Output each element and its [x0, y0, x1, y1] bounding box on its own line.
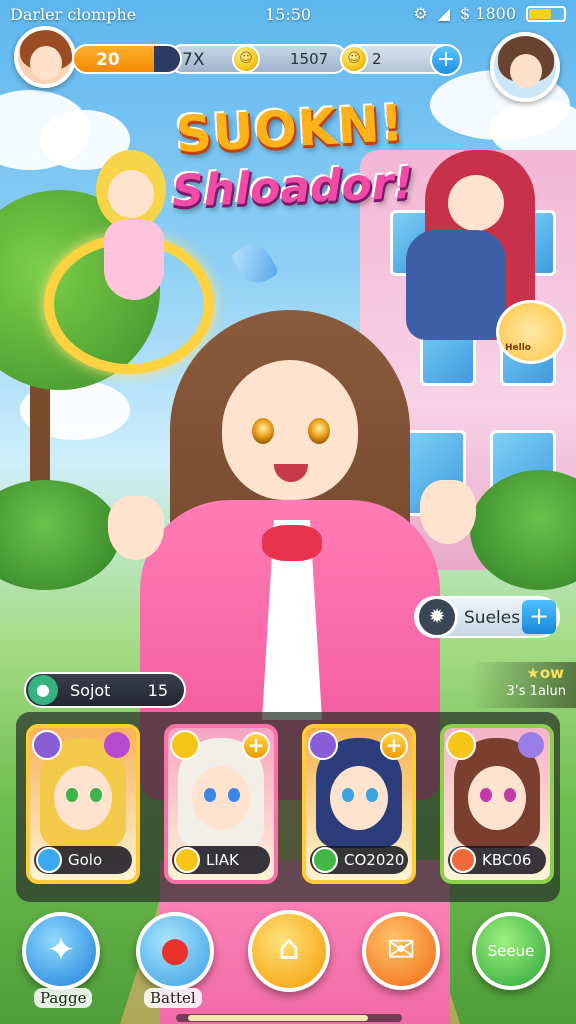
skills-label: Sueles: [464, 608, 521, 628]
rating-panel: ★ow 3’s 1alun: [470, 662, 576, 708]
battle-button[interactable]: ●: [136, 912, 214, 990]
level-bar: 20: [72, 44, 182, 74]
mail-icon: ✉: [386, 930, 416, 970]
main-girl-hand-left: [108, 496, 164, 560]
scroll-indicator[interactable]: [176, 1014, 402, 1022]
flower-icon: [518, 732, 544, 758]
status-left-text: Darler clomphe: [10, 5, 137, 24]
gem-coin-icon: ☺: [340, 45, 368, 73]
main-girl-mouth: [274, 464, 308, 482]
redhair-girl-face: [448, 175, 504, 231]
rating-top: ★ow: [526, 664, 564, 682]
character-card[interactable]: + LIAK: [164, 724, 278, 884]
home-icon: ⌂: [278, 928, 300, 968]
card-character-eye: [366, 788, 378, 802]
card-class-icon: [170, 730, 200, 760]
card-name-plate: Golo: [34, 846, 132, 874]
card-name: CO2020: [344, 851, 405, 869]
card-class-icon: [32, 730, 62, 760]
gold-value: 1507: [290, 50, 329, 68]
apple-icon: ●: [160, 930, 190, 970]
mini-character-badge[interactable]: Hello: [496, 300, 566, 364]
character-card[interactable]: KBC06: [440, 724, 554, 884]
spot-icon: ●: [28, 675, 58, 705]
go-label: Seeue: [487, 942, 535, 960]
card-character-eye: [228, 788, 240, 802]
flower-icon: [104, 732, 130, 758]
card-name-plate: CO2020: [310, 846, 408, 874]
main-girl-bow: [262, 525, 322, 561]
friend-avatar[interactable]: [490, 32, 560, 102]
gems-value: 2: [372, 50, 382, 68]
character-card-list: Golo + LIAK + CO2020 KBC06: [16, 712, 560, 902]
card-character-eye: [90, 788, 102, 802]
go-button[interactable]: Seeue: [472, 912, 550, 990]
level-bar-end: [154, 46, 180, 72]
battel-label: Battel: [144, 988, 202, 1008]
card-upgrade-button[interactable]: +: [380, 732, 408, 760]
player-avatar[interactable]: [14, 26, 76, 88]
card-character-eye: [504, 788, 516, 802]
card-character-eye: [204, 788, 216, 802]
spot-label: Sojot: [70, 681, 111, 700]
card-character-eye: [342, 788, 354, 802]
card-name-plate: LIAK: [172, 846, 270, 874]
redhair-girl-dress: [406, 230, 506, 340]
blonde-girl-dress: [104, 220, 164, 300]
card-name: KBC06: [482, 851, 532, 869]
card-character-eye: [66, 788, 78, 802]
gear-icon: ✹: [416, 596, 458, 638]
main-girl-eye-left: [252, 418, 274, 444]
character-card[interactable]: Golo: [26, 724, 140, 884]
card-class-icon: [308, 730, 338, 760]
signal-icon: ◢: [437, 4, 451, 23]
card-name: Golo: [68, 851, 103, 869]
main-girl-hand-right: [420, 480, 476, 544]
status-time: 15:50: [265, 5, 312, 24]
character-card[interactable]: + CO2020: [302, 724, 416, 884]
level-value: 20: [96, 50, 120, 70]
card-character-eye: [480, 788, 492, 802]
avatar-face: [30, 46, 62, 80]
card-class-icon: [446, 730, 476, 760]
feather-icon: [230, 238, 280, 290]
home-button[interactable]: ⌂: [248, 910, 330, 992]
card-upgrade-button[interactable]: +: [242, 732, 270, 760]
settings-icon: ⚙: [413, 4, 428, 23]
status-bar: Darler clomphe 15:50 ⚙ ◢ $ 1800: [0, 0, 576, 28]
crystal-button[interactable]: ✦: [22, 912, 100, 990]
blonde-girl-face: [108, 170, 154, 218]
rating-bottom: 3’s 1alun: [506, 684, 566, 699]
plus-icon: +: [522, 600, 556, 634]
card-character-face: [330, 766, 388, 830]
game-subtitle: Shloador!: [171, 157, 415, 218]
coin-icon: ☺: [232, 45, 260, 73]
main-girl-face: [222, 360, 358, 500]
status-right: ⚙ ◢ $ 1800: [413, 4, 566, 23]
skills-button[interactable]: ✹ Sueles +: [414, 596, 560, 638]
card-name-plate: KBC06: [448, 846, 546, 874]
battery-icon: [526, 5, 566, 22]
mini-badge-text: Hello: [505, 343, 531, 353]
element-icon: [174, 847, 200, 873]
add-currency-button[interactable]: +: [430, 44, 462, 76]
element-icon: [450, 847, 476, 873]
mail-button[interactable]: ✉: [362, 912, 440, 990]
spot-value: 15: [147, 681, 168, 700]
card-character-face: [192, 766, 250, 830]
bush: [0, 480, 120, 590]
main-girl-eye-right: [308, 418, 330, 444]
pagge-label: Pagge: [34, 988, 93, 1008]
crystal-icon: ✦: [46, 930, 76, 970]
multiplier-value: 7X: [182, 50, 205, 70]
status-money: $ 1800: [460, 4, 516, 23]
card-character-face: [468, 766, 526, 830]
avatar-face: [510, 54, 542, 88]
element-icon: [312, 847, 338, 873]
spot-panel[interactable]: ● Sojot 15: [24, 672, 186, 708]
card-character-face: [54, 766, 112, 830]
element-icon: [36, 847, 62, 873]
card-name: LIAK: [206, 851, 239, 869]
